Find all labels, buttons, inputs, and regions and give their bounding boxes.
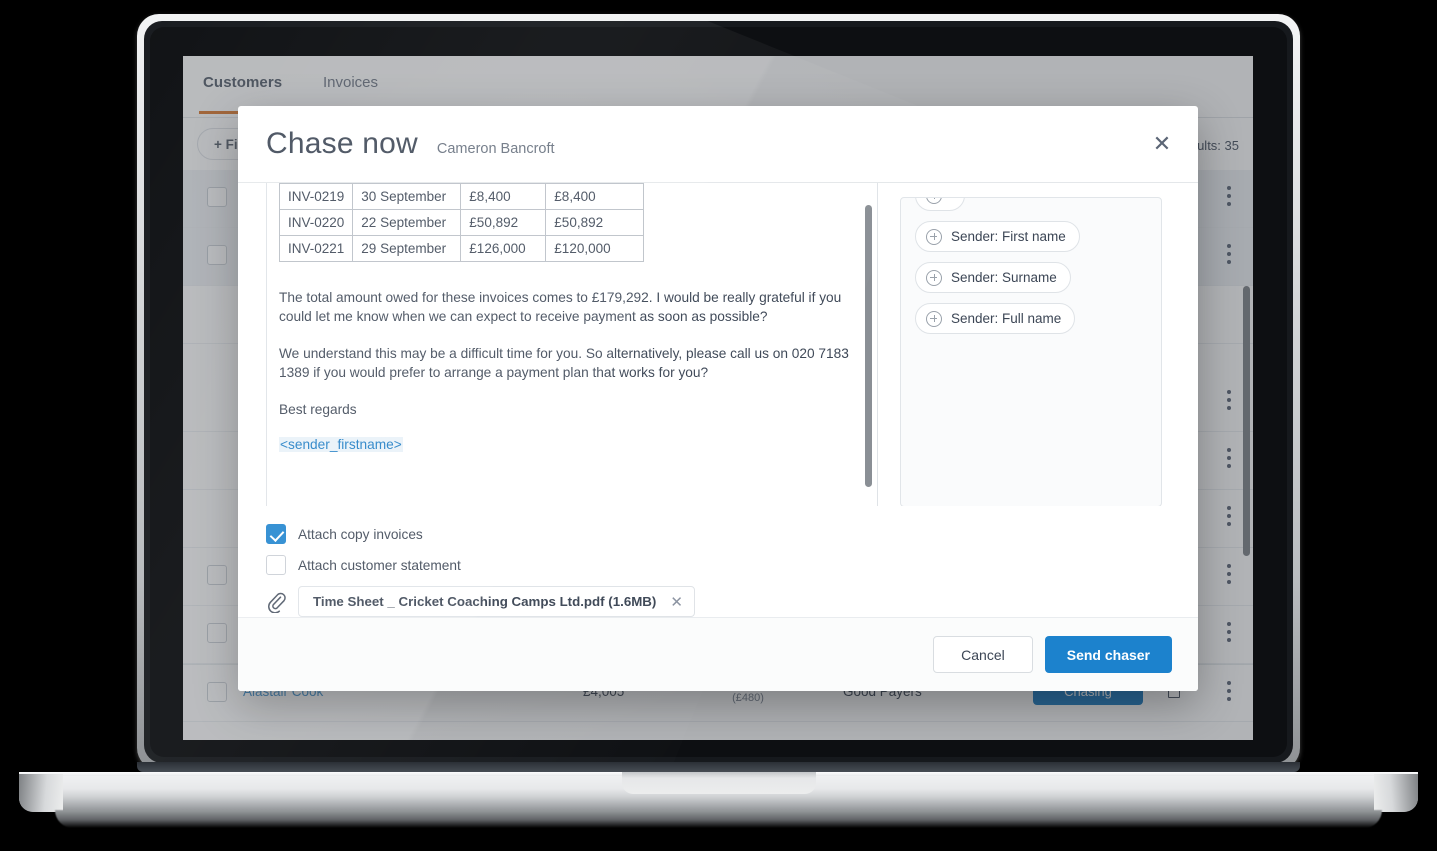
attached-file-row: Time Sheet _ Cricket Coaching Camps Ltd.… — [266, 586, 1170, 617]
laptop-mockup: Customers Invoices + Filter Results: 35 … — [0, 0, 1437, 851]
invoice-table: INV-0219 30 September £8,400 £8,400 INV-… — [278, 183, 645, 262]
invoice-amount: £126,000 — [460, 235, 547, 262]
laptop-base-shadow — [55, 810, 1382, 828]
merge-token-sender-surname[interactable]: Sender: Surname — [915, 262, 1071, 293]
chase-now-dialog: Chase now Cameron Bancroft ✕ INV-0219 30… — [238, 106, 1198, 691]
merge-token-label: Sender: Surname — [951, 270, 1057, 285]
remove-attachment-icon[interactable]: ✕ — [670, 593, 683, 611]
attach-copy-invoices-row[interactable]: Attach copy invoices — [266, 524, 1170, 544]
plus-circle-icon — [926, 198, 942, 204]
close-icon[interactable]: ✕ — [1148, 130, 1176, 158]
invoice-amount: £50,892 — [460, 209, 547, 236]
dialog-body: INV-0219 30 September £8,400 £8,400 INV-… — [238, 183, 1198, 506]
invoice-date: 22 September — [352, 209, 462, 236]
laptop-base-left-edge — [19, 774, 63, 812]
dialog-footer: Cancel Send chaser — [238, 617, 1198, 691]
cancel-button[interactable]: Cancel — [933, 636, 1033, 673]
attachments-section: Attach copy invoices Attach customer sta… — [238, 506, 1198, 617]
invoice-id: INV-0219 — [278, 183, 354, 210]
email-editor-content[interactable]: INV-0219 30 September £8,400 £8,400 INV-… — [267, 183, 877, 454]
merge-token-label: Sender: First name — [951, 229, 1066, 244]
merge-token-label: Sender: Full name — [951, 311, 1062, 326]
invoice-outstanding: £8,400 — [545, 183, 645, 210]
laptop-hinge — [137, 762, 1300, 772]
attach-copy-invoices-checkbox[interactable] — [266, 524, 286, 544]
laptop-base-notch — [622, 772, 816, 794]
merge-token-sender-full-name[interactable]: Sender: Full name — [915, 303, 1076, 334]
attached-file-name: Time Sheet _ Cricket Coaching Camps Ltd.… — [313, 594, 657, 609]
signature-merge-token[interactable]: <sender_firstname> — [279, 437, 403, 452]
dialog-header: Chase now Cameron Bancroft ✕ — [238, 106, 1198, 183]
invoice-outstanding: £50,892 — [545, 209, 645, 236]
send-chaser-button[interactable]: Send chaser — [1044, 636, 1172, 673]
attach-copy-invoices-label: Attach copy invoices — [298, 526, 423, 542]
screen-viewport: Customers Invoices + Filter Results: 35 … — [183, 56, 1253, 740]
editor-scrollbar[interactable] — [865, 205, 872, 487]
table-row: INV-0220 22 September £50,892 £50,892 — [278, 209, 645, 236]
email-paragraph-3: Best regards — [279, 402, 357, 417]
attach-customer-statement-checkbox[interactable] — [266, 555, 286, 575]
dialog-subtitle: Cameron Bancroft — [436, 141, 555, 157]
attach-customer-statement-row[interactable]: Attach customer statement — [266, 555, 1170, 575]
email-paragraph-2: We understand this may be a difficult ti… — [279, 346, 849, 380]
plus-circle-icon — [926, 310, 942, 327]
laptop-base-right-edge — [1374, 774, 1418, 812]
invoice-outstanding: £120,000 — [545, 235, 645, 262]
merge-token-chip-partial[interactable] — [915, 198, 965, 211]
attached-file-chip[interactable]: Time Sheet _ Cricket Coaching Camps Ltd.… — [298, 586, 695, 617]
plus-circle-icon — [926, 269, 942, 286]
plus-circle-icon — [926, 228, 942, 245]
email-editor[interactable]: INV-0219 30 September £8,400 £8,400 INV-… — [266, 183, 878, 506]
merge-token-sender-first-name[interactable]: Sender: First name — [915, 221, 1080, 252]
table-row: INV-0219 30 September £8,400 £8,400 — [278, 183, 645, 210]
invoice-amount: £8,400 — [460, 183, 547, 210]
dialog-title: Chase now — [266, 127, 418, 160]
invoice-id: INV-0220 — [278, 209, 354, 236]
invoice-date: 29 September — [352, 235, 462, 262]
invoice-id: INV-0221 — [278, 235, 354, 262]
merge-tokens-panel: Sender: First name Sender: Surname Sende… — [900, 197, 1162, 506]
email-paragraph-1: The total amount owed for these invoices… — [279, 290, 842, 324]
attach-customer-statement-label: Attach customer statement — [298, 557, 461, 573]
paperclip-icon — [266, 591, 286, 614]
invoice-date: 30 September — [352, 183, 462, 210]
table-row: INV-0221 29 September £126,000 £120,000 — [278, 235, 645, 262]
